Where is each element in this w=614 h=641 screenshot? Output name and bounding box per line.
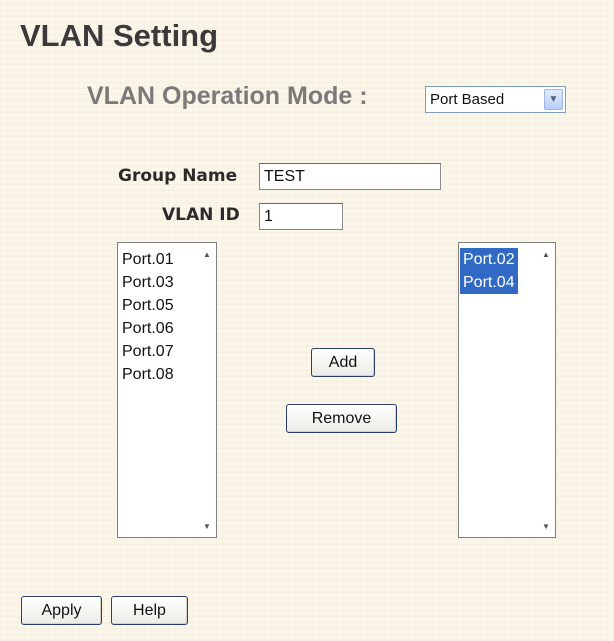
scroll-up-arrow-icon[interactable]: ▲ (198, 246, 216, 262)
list-item[interactable]: Port.07 (119, 340, 177, 363)
member-ports-listbox[interactable]: Port.02 Port.04 ▲ ▼ (458, 242, 556, 538)
vlan-operation-mode-select[interactable]: Port Based ▼ (425, 86, 566, 113)
remove-button[interactable]: Remove (286, 404, 397, 433)
member-ports-scrollbar[interactable]: ▲ ▼ (537, 243, 555, 537)
scroll-up-arrow-icon[interactable]: ▲ (537, 246, 555, 262)
chevron-down-icon[interactable]: ▼ (544, 89, 563, 110)
scroll-down-arrow-icon[interactable]: ▼ (198, 518, 216, 534)
list-item[interactable]: Port.06 (119, 317, 177, 340)
page-title: VLAN Setting (20, 18, 219, 53)
list-item[interactable]: Port.05 (119, 294, 177, 317)
vlan-id-label: VLAN ID (162, 205, 240, 225)
list-item[interactable]: Port.02 (460, 248, 518, 271)
scroll-down-arrow-icon[interactable]: ▼ (537, 518, 555, 534)
vlan-id-input[interactable] (259, 203, 343, 230)
group-name-label: Group Name (118, 166, 238, 186)
add-button[interactable]: Add (311, 348, 375, 377)
group-name-input[interactable] (259, 163, 441, 190)
available-ports-scrollbar[interactable]: ▲ ▼ (198, 243, 216, 537)
list-item[interactable]: Port.04 (460, 271, 518, 294)
available-ports-listbox[interactable]: Port.01 Port.03 Port.05 Port.06 Port.07 Port.… (117, 242, 217, 538)
list-item[interactable]: Port.08 (119, 363, 177, 386)
list-item[interactable]: Port.01 (119, 248, 177, 271)
vlan-operation-mode-label: VLAN Operation Mode : (87, 82, 368, 110)
apply-button[interactable]: Apply (21, 596, 102, 625)
help-button[interactable]: Help (111, 596, 188, 625)
vlan-operation-mode-value: Port Based (430, 91, 505, 108)
list-item[interactable]: Port.03 (119, 271, 177, 294)
